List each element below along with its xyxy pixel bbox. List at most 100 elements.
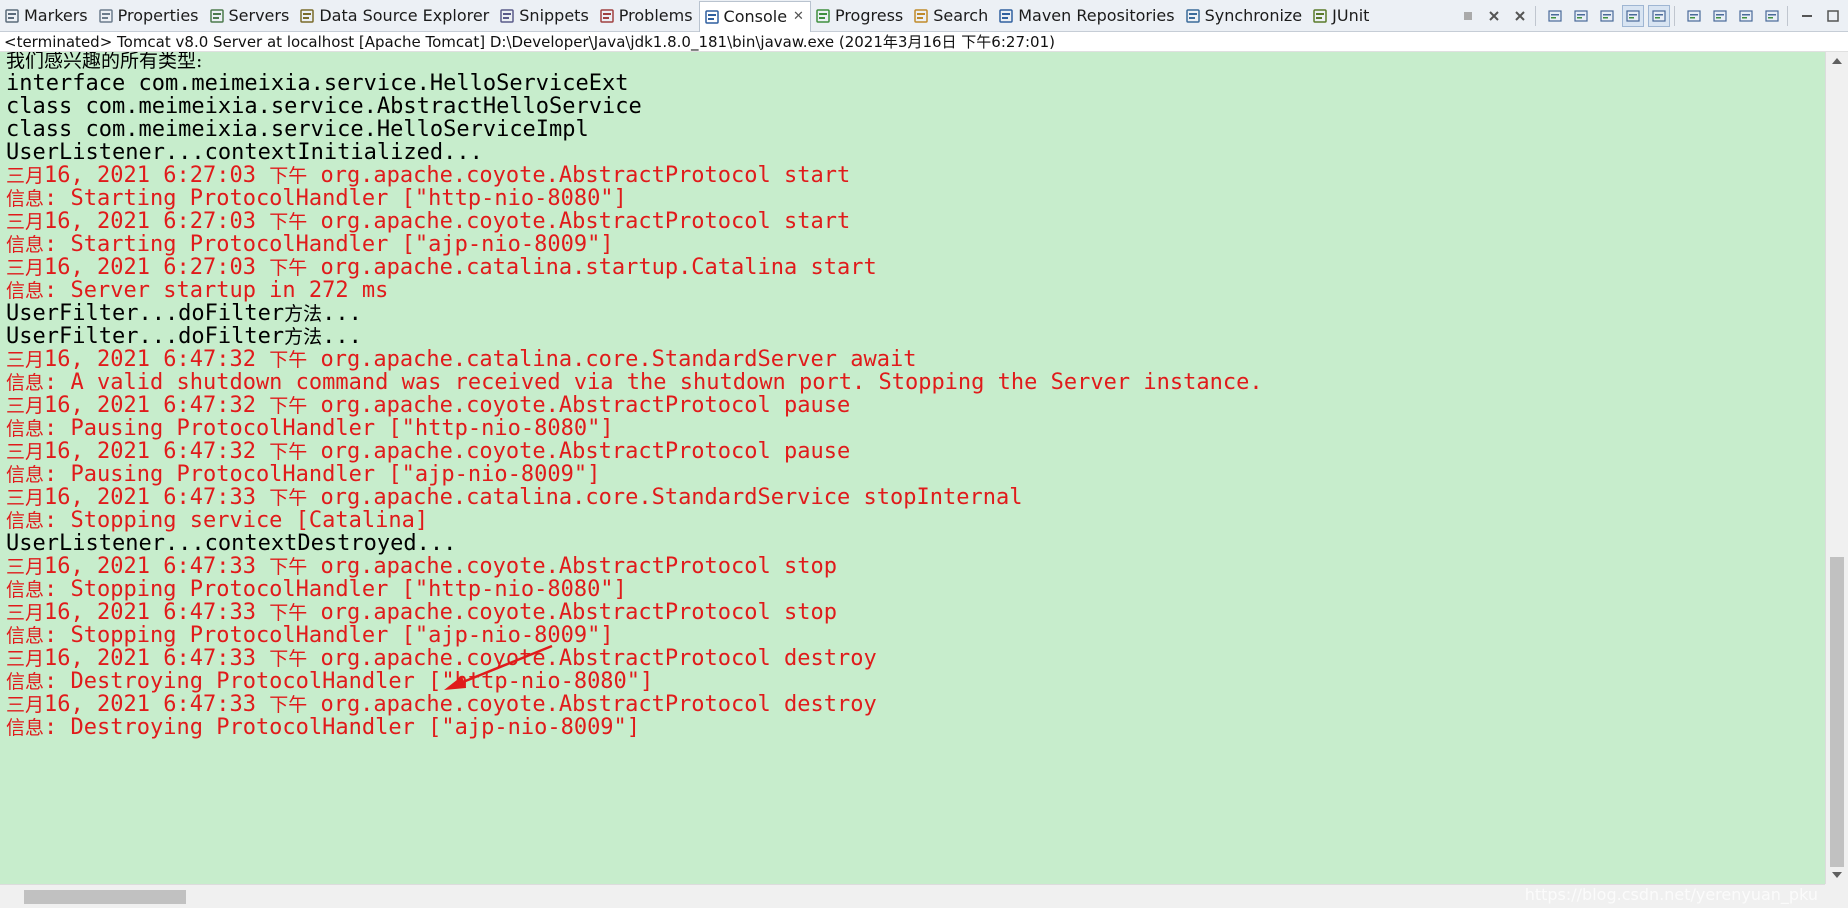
- console-text: 方法: [284, 326, 323, 348]
- tab-label: Problems: [618, 6, 693, 25]
- tab-label: Progress: [834, 6, 904, 25]
- horizontal-scroll-thumb[interactable]: [24, 890, 186, 904]
- show-stdout-icon: [1626, 10, 1640, 22]
- show-stdout-button[interactable]: [1622, 5, 1644, 27]
- synchronize-icon: [1185, 8, 1201, 24]
- vertical-scrollbar[interactable]: [1825, 52, 1848, 884]
- open-console-button[interactable]: [1735, 5, 1757, 27]
- console-text: 信息: [6, 717, 45, 739]
- word-wrap-button[interactable]: [1596, 5, 1618, 27]
- tab-label: JUnit: [1332, 6, 1370, 25]
- toolbar-separator: [1535, 6, 1536, 26]
- properties-icon: [98, 8, 114, 24]
- tab-label: Servers: [228, 6, 290, 25]
- console-stderr-line: 信息: Destroying ProtocolHandler ["ajp-nio…: [6, 714, 640, 741]
- show-stderr-icon: [1652, 10, 1666, 22]
- tab-problems[interactable]: Problems: [595, 1, 699, 31]
- console-text: 信息: [6, 625, 45, 647]
- tab-junit[interactable]: JUnit: [1308, 1, 1375, 31]
- terminate-icon: [1464, 12, 1472, 20]
- toolbar-separator: [1674, 6, 1675, 26]
- clear-console-icon: [1548, 10, 1562, 22]
- view-menu-button[interactable]: [1761, 5, 1783, 27]
- close-tab-icon[interactable]: ✕: [793, 9, 804, 24]
- console-text: 下午: [269, 349, 308, 371]
- remove-all-terminated-button[interactable]: [1509, 5, 1531, 27]
- open-console-icon: [1739, 10, 1753, 22]
- console-status-line: <terminated> Tomcat v8.0 Server at local…: [0, 32, 1848, 52]
- maximize-icon: [1827, 10, 1839, 22]
- console-text: 方法: [284, 303, 323, 325]
- maven-icon: [998, 8, 1014, 24]
- console-text: 三月: [6, 395, 45, 417]
- console-text: 信息: [6, 280, 45, 302]
- tab-console[interactable]: Console ✕: [698, 0, 811, 32]
- tab-servers[interactable]: Servers: [205, 1, 296, 31]
- console-text: 三月: [6, 211, 45, 233]
- console-text: 三月: [6, 556, 45, 578]
- data-source-icon: [299, 8, 315, 24]
- console-output[interactable]: 我们感兴趣的所有类型: interface com.meimeixia.servi…: [0, 52, 1825, 884]
- remove-launch-button[interactable]: [1483, 5, 1505, 27]
- minimize-icon: [1802, 15, 1812, 17]
- pin-console-button[interactable]: [1683, 5, 1705, 27]
- tab-progress[interactable]: Progress: [811, 1, 909, 31]
- console-text: 下午: [269, 165, 308, 187]
- tab-snippets[interactable]: Snippets: [495, 1, 595, 31]
- console-text: 下午: [269, 257, 308, 279]
- tab-label: Synchronize: [1204, 6, 1303, 25]
- console-text: 信息: [6, 418, 45, 440]
- junit-icon: [1312, 8, 1328, 24]
- console-toolbar: [1453, 3, 1844, 29]
- console-text: 信息: [6, 372, 45, 394]
- toolbar-separator: [1787, 6, 1788, 26]
- remove-launch-icon: [1489, 11, 1499, 21]
- console-text: 信息: [6, 234, 45, 256]
- vertical-scroll-thumb[interactable]: [1830, 557, 1844, 867]
- console-text: 下午: [269, 694, 308, 716]
- watermark: https://blog.csdn.net/yerenyuan_pku: [1524, 885, 1818, 904]
- tab-data-source-explorer[interactable]: Data Source Explorer: [295, 1, 495, 31]
- display-selected-console-button[interactable]: [1709, 5, 1731, 27]
- progress-icon: [815, 8, 831, 24]
- tab-maven-repositories[interactable]: Maven Repositories: [994, 1, 1180, 31]
- markers-icon: [4, 8, 20, 24]
- snippets-icon: [499, 8, 515, 24]
- console-text: 三月: [6, 602, 45, 624]
- view-menu-icon: [1765, 10, 1779, 22]
- console-text: 信息: [6, 579, 45, 601]
- show-stderr-button[interactable]: [1648, 5, 1670, 27]
- console-text: 下午: [269, 648, 308, 670]
- console-text: 信息: [6, 510, 45, 532]
- tab-label: Search: [933, 6, 989, 25]
- display-selected-console-icon: [1713, 10, 1727, 22]
- tab-label: Console: [723, 7, 788, 26]
- console-text: 三月: [6, 349, 45, 371]
- tab-search[interactable]: Search: [909, 1, 994, 31]
- terminate-button[interactable]: [1457, 5, 1479, 27]
- scrollbar-corner: [1825, 884, 1848, 908]
- console-text: 我们感兴趣的所有类型:: [6, 52, 203, 72]
- console-text: org.apache.catalina.startup.Catalina sta…: [307, 255, 877, 280]
- tab-synchronize[interactable]: Synchronize: [1181, 1, 1309, 31]
- console-text: 信息: [6, 188, 45, 210]
- console-text: 三月: [6, 694, 45, 716]
- clear-console-button[interactable]: [1544, 5, 1566, 27]
- tab-label: Data Source Explorer: [319, 6, 490, 25]
- tab-properties[interactable]: Properties: [94, 1, 205, 31]
- tab-markers[interactable]: Markers: [0, 1, 94, 31]
- console-text: 下午: [269, 441, 308, 463]
- console-icon: [704, 9, 720, 25]
- console-text: 下午: [269, 487, 308, 509]
- console-text: 三月: [6, 441, 45, 463]
- scroll-down-icon[interactable]: [1832, 872, 1842, 878]
- minimize-button[interactable]: [1796, 5, 1818, 27]
- console-text: : Destroying ProtocolHandler ["ajp-nio-8…: [44, 715, 641, 740]
- maximize-button[interactable]: [1822, 5, 1844, 27]
- scroll-lock-icon: [1574, 10, 1588, 22]
- scroll-lock-button[interactable]: [1570, 5, 1592, 27]
- problems-icon: [599, 8, 615, 24]
- search-icon: [913, 8, 929, 24]
- console-text: 下午: [269, 602, 308, 624]
- scroll-up-icon[interactable]: [1832, 58, 1842, 64]
